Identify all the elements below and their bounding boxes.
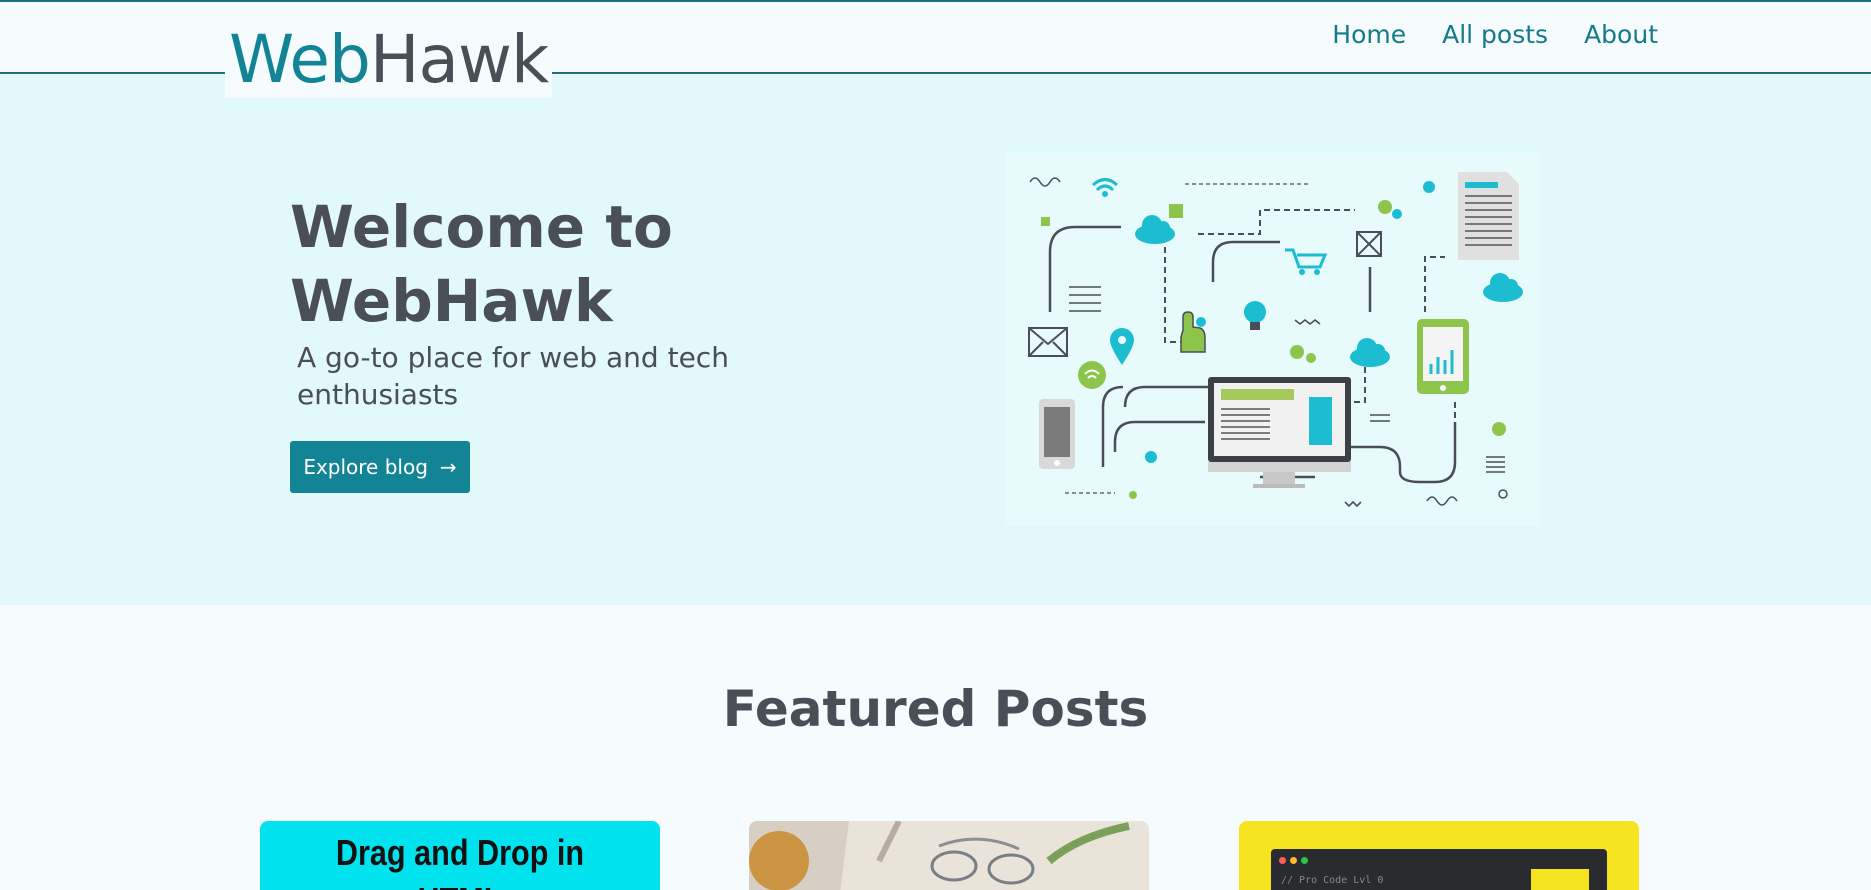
code-highlight-block: [1531, 869, 1589, 890]
explore-blog-button[interactable]: Explore blog →: [290, 441, 470, 493]
nav-about[interactable]: About: [1584, 20, 1658, 49]
logo-part-web: Web: [229, 21, 371, 98]
window-dot: [1301, 857, 1308, 864]
top-border: [0, 0, 1871, 2]
hero-section: Welcome to WebHawk A go-to place for web…: [0, 75, 1871, 605]
explore-blog-label: Explore blog: [303, 455, 428, 479]
hero-title: Welcome to WebHawk: [290, 193, 673, 335]
featured-card-2[interactable]: [749, 821, 1149, 890]
tech-network-illustration: [1005, 152, 1540, 526]
logo-part-hawk: Hawk: [369, 21, 549, 98]
window-dot: [1290, 857, 1297, 864]
featured-card-1[interactable]: Drag and Drop in HTML: [260, 821, 660, 890]
card-title: Drag and Drop in HTML: [335, 832, 585, 890]
illustration-svg: [1028, 172, 1523, 508]
code-comment: // Pro Code Lvl 0: [1281, 875, 1384, 886]
featured-card-3[interactable]: // Pro Code Lvl 0: [1239, 821, 1639, 890]
card-image-code-editor: // Pro Code Lvl 0: [1271, 849, 1607, 890]
nav-home[interactable]: Home: [1332, 20, 1406, 49]
window-dot: [1279, 857, 1286, 864]
site-logo[interactable]: WebHawk: [225, 21, 553, 98]
site-header: WebHawk Home All posts About: [0, 0, 1871, 98]
hero-subtitle: A go-to place for web and tech enthusias…: [297, 341, 729, 411]
featured-posts-title: Featured Posts: [722, 680, 1149, 738]
main-nav: Home All posts About: [1332, 20, 1658, 49]
nav-all-posts[interactable]: All posts: [1442, 20, 1548, 49]
arrow-right-icon: →: [439, 455, 457, 479]
card-image-desk: [749, 821, 1149, 890]
